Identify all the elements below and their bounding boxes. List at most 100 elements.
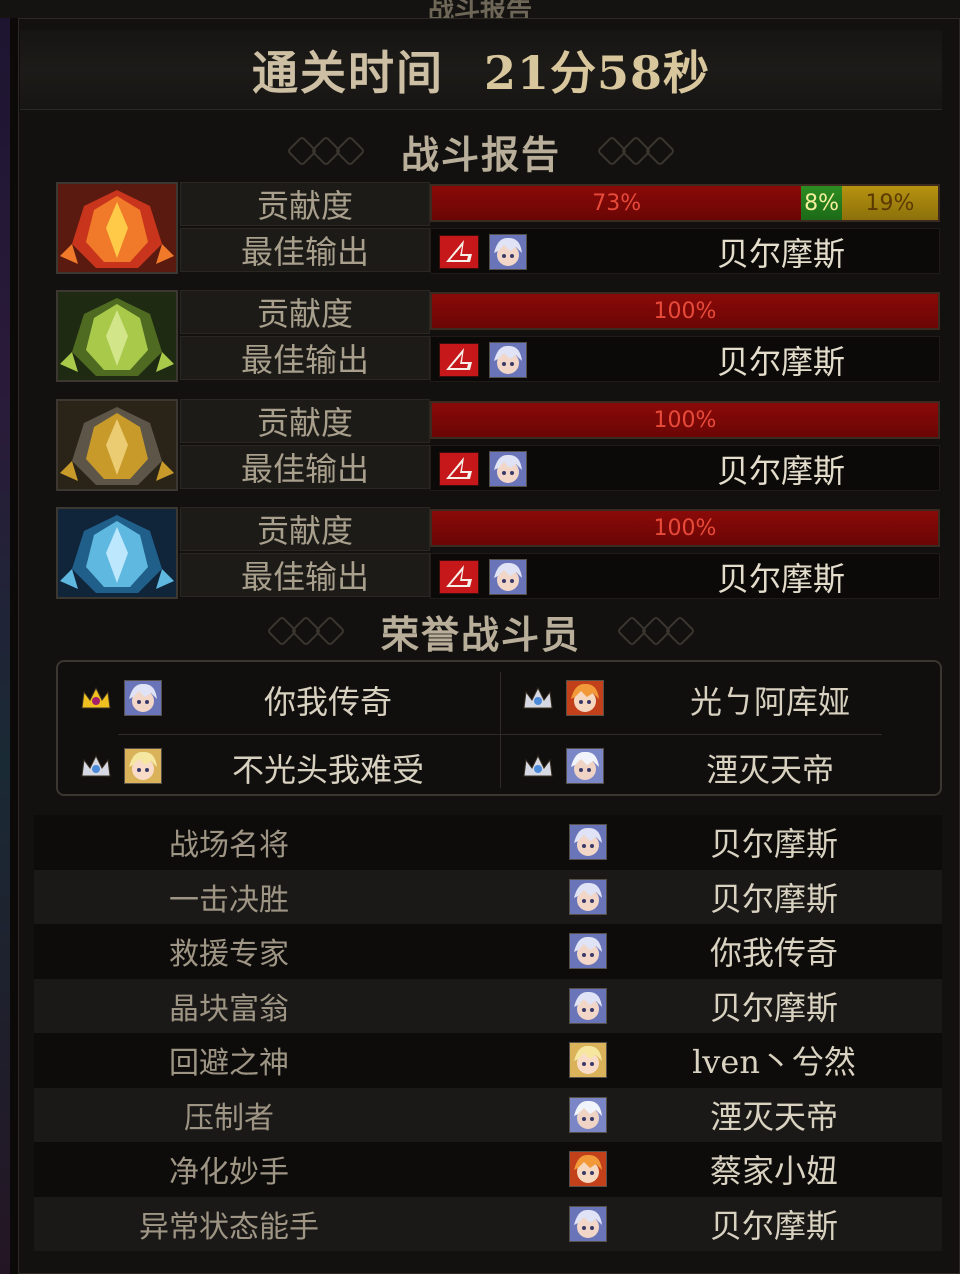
award-row: 异常状态能手 贝尔摩斯 (34, 1196, 942, 1251)
player-avatar-icon (566, 748, 604, 784)
player-avatar-icon (566, 680, 604, 716)
award-title: 一击决胜 (169, 882, 289, 918)
contribution-bar: 73% 8% 19% (430, 184, 940, 222)
silver-crown-icon (80, 754, 112, 780)
award-player-name: 蔡家小妞 (709, 1152, 838, 1190)
best-output-cell: 贝尔摩斯 (430, 553, 940, 599)
best-output-cell: 贝尔摩斯 (430, 445, 940, 491)
contribution-bar: 100% (430, 292, 940, 330)
player-avatar-icon (489, 342, 527, 378)
ornament-icon (596, 135, 676, 167)
silver-crown-icon (522, 754, 554, 780)
contribution-segment: 100% (432, 403, 938, 437)
gold-armor-boss-icon (56, 399, 178, 491)
honor-fighter[interactable]: 湮灭天帝 (500, 738, 940, 798)
award-title: 救援专家 (169, 937, 289, 972)
red-armor-boss-icon (56, 182, 178, 274)
contribution-segment: 8% (801, 186, 842, 220)
ornament-icon (286, 135, 366, 167)
contribution-segment: 73% (432, 186, 802, 220)
boss-row: 贡献度 最佳输出 100% 贝尔摩斯 (56, 399, 942, 491)
award-row: 净化妙手 蔡家小妞 (34, 1142, 942, 1197)
award-player-name: 贝尔摩斯 (709, 988, 838, 1027)
best-output-label: 最佳输出 (180, 553, 430, 597)
clear-time-value: 21分58秒 (483, 45, 711, 100)
honor-fighter-name: 你我传奇 (263, 683, 392, 721)
best-output-label: 最佳输出 (180, 445, 430, 489)
honor-fighters-header: 荣誉战斗员 (20, 606, 942, 657)
ornament-icon (266, 615, 346, 647)
best-output-player-name: 贝尔摩斯 (716, 452, 845, 490)
player-avatar-icon (569, 1096, 607, 1133)
divider (118, 734, 882, 735)
award-row: 晶块富翁 贝尔摩斯 (34, 978, 942, 1033)
award-player-name: 贝尔摩斯 (709, 879, 838, 918)
background-strip (0, 0, 10, 1274)
award-title: 战场名将 (169, 828, 289, 863)
red-job-icon (439, 235, 479, 269)
red-job-icon (439, 560, 479, 594)
contribution-label: 贡献度 (180, 399, 430, 443)
award-player-name: 贝尔摩斯 (709, 825, 838, 863)
award-title: 压制者 (184, 1100, 274, 1136)
player-avatar-icon (569, 824, 607, 860)
player-avatar-icon (569, 878, 607, 915)
award-row: 救援专家 你我传奇 (34, 924, 942, 979)
green-armor-boss-icon (56, 290, 178, 382)
player-avatar-icon (124, 680, 162, 716)
player-avatar-icon (489, 559, 527, 595)
award-player-name: 你我传奇 (709, 934, 838, 972)
player-avatar-icon (569, 987, 607, 1024)
contribution-segment: 19% (841, 186, 938, 220)
honor-fighters-box: 你我传奇 光ㄅ阿库娅 不光头我难受 湮灭天帝 (56, 660, 942, 796)
honor-fighter-name: 湮灭天帝 (705, 751, 834, 789)
battle-report-header: 战斗报告 (20, 126, 942, 177)
award-player-name: 湮灭天帝 (709, 1097, 838, 1136)
award-row: 回避之神 lven丶兮然 (34, 1033, 942, 1088)
best-output-cell: 贝尔摩斯 (430, 228, 940, 274)
award-player-name: 贝尔摩斯 (709, 1206, 838, 1245)
award-title: 晶块富翁 (169, 991, 289, 1027)
best-output-label: 最佳输出 (180, 228, 430, 272)
honor-fighter[interactable]: 你我传奇 (58, 670, 498, 730)
awards-list: 战场名将 贝尔摩斯 一击决胜 贝尔摩斯 救援专家 你我传奇 晶块富翁 贝尔摩斯 … (34, 815, 942, 1251)
award-row: 战场名将 贝尔摩斯 (34, 815, 942, 870)
contribution-bar: 100% (430, 401, 940, 439)
contribution-label: 贡献度 (180, 290, 430, 334)
honor-fighter[interactable]: 光ㄅ阿库娅 (500, 670, 940, 730)
gold-crown-icon (80, 686, 112, 712)
honor-fighter[interactable]: 不光头我难受 (58, 738, 498, 798)
contribution-bar: 100% (430, 509, 940, 547)
player-avatar-icon (489, 234, 527, 270)
award-title: 异常状态能手 (139, 1209, 319, 1245)
clear-time-banner: 通关时间 21分58秒 (20, 30, 942, 110)
player-avatar-icon (569, 1151, 607, 1187)
player-avatar-icon (569, 1042, 607, 1078)
award-row: 一击决胜 贝尔摩斯 (34, 869, 942, 924)
battle-report-title: 战斗报告 (400, 131, 561, 177)
best-output-player-name: 贝尔摩斯 (716, 235, 845, 273)
contribution-segment: 100% (432, 511, 938, 545)
best-output-cell: 贝尔摩斯 (430, 336, 940, 382)
player-avatar-icon (569, 933, 607, 969)
red-job-icon (439, 343, 479, 377)
contribution-segment: 100% (432, 294, 938, 328)
silver-crown-icon (522, 686, 554, 712)
player-avatar-icon (124, 748, 162, 784)
honor-fighter-name: 不光头我难受 (231, 751, 424, 789)
best-output-player-name: 贝尔摩斯 (716, 560, 845, 598)
boss-row: 贡献度 最佳输出 100% 贝尔摩斯 (56, 290, 942, 382)
award-player-name: lven丶兮然 (692, 1043, 856, 1081)
boss-row: 贡献度 最佳输出 100% 贝尔摩斯 (56, 507, 942, 599)
player-avatar-icon (489, 451, 527, 487)
best-output-player-name: 贝尔摩斯 (716, 343, 845, 381)
award-title: 回避之神 (169, 1046, 289, 1081)
honor-fighters-title: 荣誉战斗员 (380, 611, 581, 657)
award-row: 压制者 湮灭天帝 (34, 1087, 942, 1142)
award-title: 净化妙手 (169, 1155, 289, 1190)
clear-time-label: 通关时间 (251, 45, 444, 100)
honor-fighter-name: 光ㄅ阿库娅 (689, 683, 850, 721)
contribution-label: 贡献度 (180, 182, 430, 226)
ornament-icon (616, 615, 696, 647)
blue-armor-boss-icon (56, 507, 178, 599)
